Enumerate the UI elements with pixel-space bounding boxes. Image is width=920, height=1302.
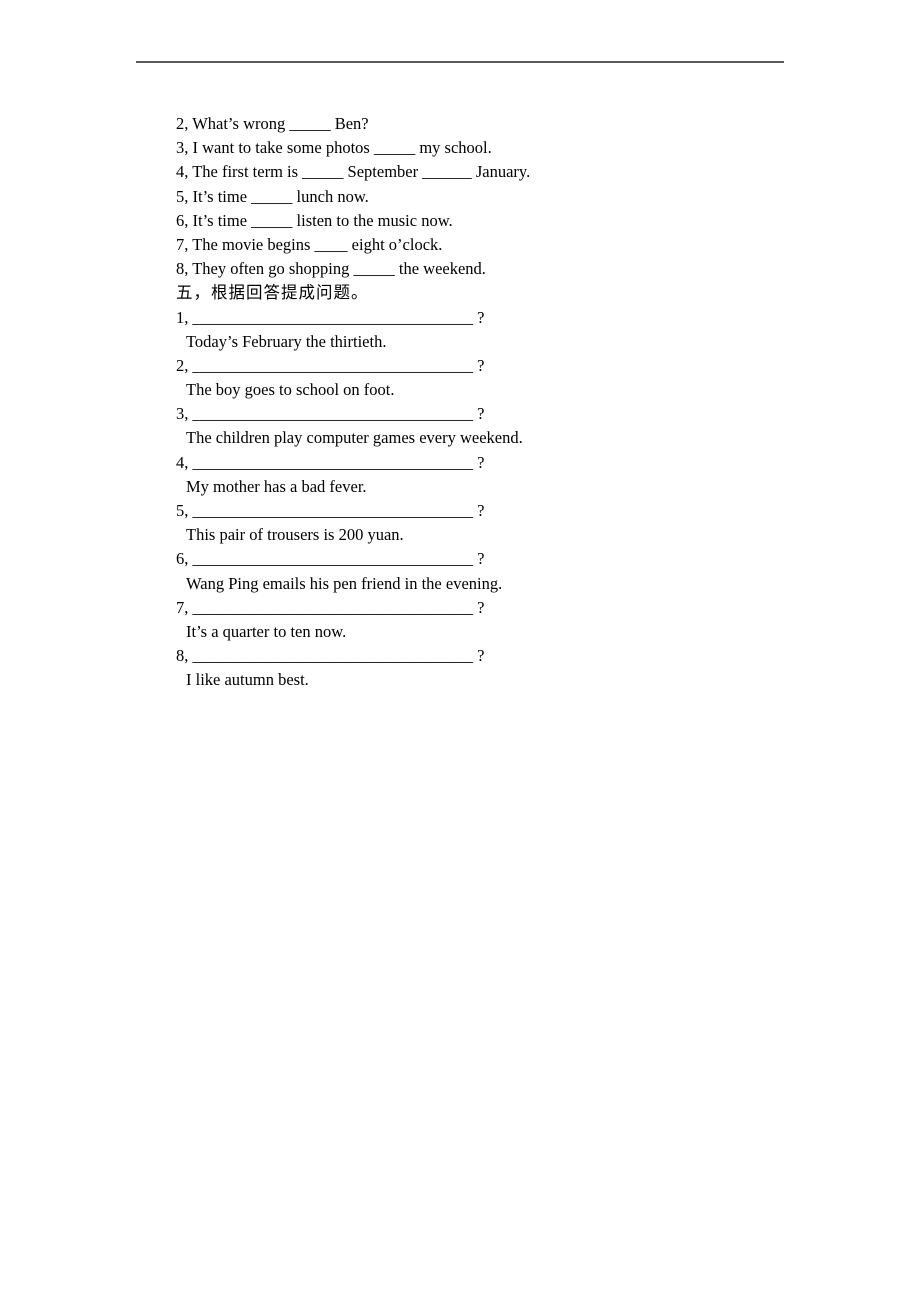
question-line-3: 3, __________________________________ ? xyxy=(176,404,485,424)
worksheet-content: 2, What’s wrong _____ Ben? 3, I want to … xyxy=(176,112,776,693)
fill-in-item-5: 5, It’s time _____ lunch now. xyxy=(176,186,369,206)
header-rule xyxy=(136,61,784,63)
fill-in-item-7: 7, The movie begins ____ eight o’clock. xyxy=(176,234,443,254)
answer-line-2: The boy goes to school on foot. xyxy=(186,380,395,400)
answer-line-8: I like autumn best. xyxy=(186,670,309,690)
answer-line-5: This pair of trousers is 200 yuan. xyxy=(186,525,404,545)
answer-line-7: It’s a quarter to ten now. xyxy=(186,621,347,641)
question-line-7: 7, __________________________________ ? xyxy=(176,597,485,617)
answer-line-1: Today’s February the thirtieth. xyxy=(186,331,387,351)
answer-line-4: My mother has a bad fever. xyxy=(186,476,367,496)
question-line-6: 6, __________________________________ ? xyxy=(176,549,485,569)
question-line-1: 1, __________________________________ ? xyxy=(176,307,485,327)
fill-in-item-3: 3, I want to take some photos _____ my s… xyxy=(176,138,492,158)
question-line-8: 8, __________________________________ ? xyxy=(176,646,485,666)
question-line-5: 5, __________________________________ ? xyxy=(176,501,485,520)
answer-line-3: The children play computer games every w… xyxy=(186,428,523,448)
fill-in-item-8: 8, They often go shopping _____ the week… xyxy=(176,259,486,279)
answer-line-6: Wang Ping emails his pen friend in the e… xyxy=(186,573,503,593)
question-line-2: 2, __________________________________ ? xyxy=(176,355,485,375)
fill-in-item-4: 4, The first term is _____ September ___… xyxy=(176,162,531,182)
section-five-heading: 五，根据回答提成问题。 xyxy=(176,283,369,303)
fill-in-item-6: 6, It’s time _____ listen to the music n… xyxy=(176,210,453,230)
fill-in-item-2: 2, What’s wrong _____ Ben? xyxy=(176,114,369,133)
question-line-4: 4, __________________________________ ? xyxy=(176,452,485,472)
